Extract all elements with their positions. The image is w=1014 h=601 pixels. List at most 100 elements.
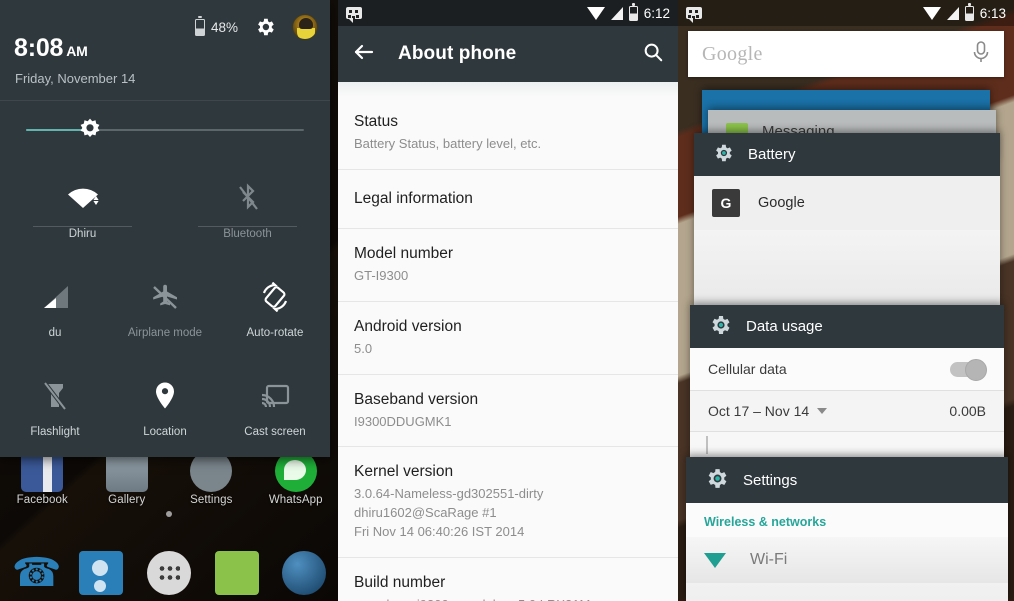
list-item-title: Kernel version	[354, 463, 454, 481]
recents-card-header[interactable]: Battery	[694, 133, 1000, 176]
recents-card-body: Cellular data Oct 17 – Nov 14 0.00B	[690, 348, 1004, 458]
wifi-icon	[65, 178, 101, 218]
recents-card[interactable]: Data usage Cellular data Oct 17 – Nov 14…	[690, 305, 1004, 458]
list-item[interactable]: G Google	[694, 176, 1000, 230]
avatar[interactable]	[292, 14, 318, 40]
battery-icon	[964, 3, 974, 21]
tile-label: Flashlight	[30, 425, 80, 438]
home-app-label: Gallery	[108, 494, 146, 506]
tile-underline	[33, 226, 132, 227]
three-panel-screenshot: Facebook Gallery Settings WhatsApp ☎ 48%…	[0, 0, 1014, 601]
recents-card[interactable]: Settings Wireless & networks Wi-Fi	[686, 457, 1008, 601]
cellular-data-row[interactable]: Cellular data	[690, 348, 1004, 391]
list-item-subtitle: I9300DDUGMK1	[354, 413, 452, 429]
date-range-row[interactable]: Oct 17 – Nov 14 0.00B	[690, 391, 1004, 432]
brightness-slider[interactable]	[0, 101, 330, 159]
status-bar-indicators: 6:12	[586, 3, 670, 21]
tile-bluetooth[interactable]: Bluetooth	[165, 159, 330, 258]
settings-gear-icon	[712, 142, 734, 168]
tile-label: Auto-rotate	[246, 326, 304, 339]
clock-date: Friday, November 14	[15, 71, 136, 86]
brightness-thumb[interactable]	[77, 117, 103, 143]
list-item-title: Model number	[354, 244, 454, 262]
list-item[interactable]: Baseband version I9300DDUGMK1	[338, 374, 678, 448]
tile-underline	[198, 226, 297, 227]
recents-card-header[interactable]: Settings	[686, 457, 1008, 503]
quick-settings-top-icons: 48%	[194, 14, 318, 40]
quick-settings-tiles: Dhiru Bluetooth du Airplane mode Auto-ro…	[0, 159, 330, 462]
page-title: About phone	[398, 43, 517, 64]
tile-cast-screen[interactable]: Cast screen	[220, 357, 330, 456]
list-item-title: Build number	[354, 573, 446, 591]
cellular-data-label: Cellular data	[708, 361, 787, 377]
sms-notification-icon	[346, 7, 362, 23]
tile-wifi[interactable]: Dhiru	[0, 159, 165, 258]
tile-airplane-mode[interactable]: Airplane mode	[110, 258, 220, 357]
status-bar: 6:12	[338, 0, 678, 26]
status-bar-notifications	[346, 7, 362, 23]
gear-icon[interactable]	[254, 16, 276, 38]
search-input[interactable]: Google	[702, 43, 763, 66]
settings-gear-icon	[704, 466, 729, 495]
settings-gear-icon	[708, 313, 732, 341]
recents-card-title: Data usage	[746, 318, 823, 335]
recents-card-header[interactable]: Data usage	[690, 305, 1004, 348]
recents-card-stack: Messaging Battery G Google Data usage Ce…	[678, 90, 1014, 601]
list-item-subtitle: 5.0	[354, 340, 373, 356]
tile-label: Bluetooth	[223, 227, 272, 240]
recents-card-title: Battery	[748, 146, 796, 163]
settings-item-wifi[interactable]: Wi-Fi	[686, 537, 1008, 583]
about-phone-list[interactable]: Status Battery Status, battery level, et…	[338, 82, 678, 601]
sms-notification-icon	[686, 7, 702, 23]
chevron-down-icon[interactable]	[817, 408, 828, 414]
panel-quick-settings: Facebook Gallery Settings WhatsApp ☎ 48%…	[0, 0, 338, 601]
search-icon[interactable]	[642, 41, 664, 68]
browser-icon[interactable]	[282, 551, 327, 595]
location-pin-icon	[153, 376, 177, 416]
tile-location[interactable]: Location	[110, 357, 220, 456]
tile-flashlight[interactable]: Flashlight	[0, 357, 110, 456]
list-item[interactable]: Model number GT-I9300	[338, 228, 678, 302]
phone-icon[interactable]	[12, 551, 56, 595]
tile-auto-rotate[interactable]: Auto-rotate	[220, 258, 330, 357]
microphone-icon[interactable]	[972, 40, 990, 69]
cell-signal-icon	[610, 6, 623, 20]
list-item-subtitle: nameless_i9300-userdebug 5.0 LRX21M 52d6…	[354, 596, 662, 601]
cast-screen-icon	[260, 376, 290, 416]
clock-hours-minutes: 8:08	[14, 34, 64, 62]
list-item-title: Legal information	[354, 189, 473, 207]
back-arrow-icon[interactable]	[352, 40, 376, 69]
clock-ampm: AM	[66, 43, 88, 59]
list-item[interactable]: Status Battery Status, battery level, et…	[338, 97, 678, 170]
battery-icon	[194, 15, 205, 36]
list-item-subtitle: 3.0.64-Nameless-gd302551-dirty dhiru1602…	[354, 486, 544, 540]
tile-label: Location	[143, 425, 187, 438]
list-item[interactable]: Android version 5.0	[338, 301, 678, 375]
list-item[interactable]: Kernel version 3.0.64-Nameless-gd302551-…	[338, 447, 678, 558]
battery-status: 48%	[194, 15, 238, 36]
recents-card-body: Wireless & networks Wi-Fi	[686, 503, 1008, 601]
all-apps-icon[interactable]	[146, 551, 191, 595]
cell-signal-icon	[946, 6, 959, 20]
wifi-icon	[704, 552, 726, 568]
list-item[interactable]: Build number nameless_i9300-userdebug 5.…	[338, 557, 678, 601]
cell-signal-icon	[40, 277, 70, 317]
settings-group-header: Wireless & networks	[686, 503, 1008, 537]
list-item-label: Google	[758, 195, 805, 211]
tile-label: Dhiru	[68, 227, 97, 240]
data-amount-label: 0.00B	[949, 403, 986, 419]
list-item[interactable]: Legal information	[338, 169, 678, 229]
tile-cell-signal[interactable]: du	[0, 258, 110, 357]
date-range-label: Oct 17 – Nov 14	[708, 403, 810, 419]
clock-time: 8:08 AM	[14, 34, 88, 63]
status-bar: 6:13	[678, 0, 1014, 26]
cellular-data-toggle[interactable]	[950, 358, 987, 381]
battery-percent-label: 48%	[210, 19, 238, 35]
recents-card[interactable]: Battery G Google	[694, 133, 1000, 306]
google-search-bar[interactable]: Google	[688, 31, 1004, 77]
contacts-icon[interactable]	[79, 551, 124, 595]
settings-item-label: Wi-Fi	[750, 551, 788, 568]
messaging-icon[interactable]	[214, 551, 259, 595]
list-item-title: Baseband version	[354, 390, 479, 408]
auto-rotate-icon	[260, 277, 290, 317]
